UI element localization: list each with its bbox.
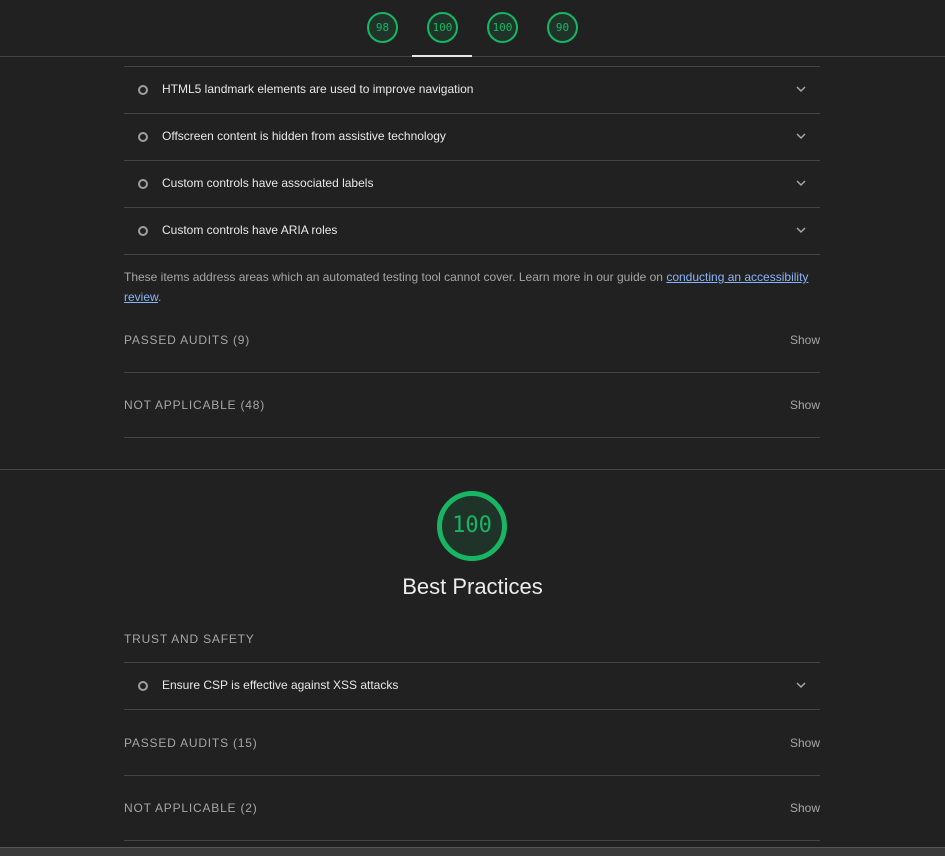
chevron-down-icon[interactable] [796, 225, 806, 235]
description-end: . [158, 290, 162, 304]
score-gauge-best-practices[interactable]: 100 [486, 11, 519, 44]
show-button[interactable]: Show [790, 333, 820, 347]
audit-row-custom-controls-roles[interactable]: Custom controls have ARIA roles [124, 208, 820, 255]
not-applicable-group[interactable]: NOT APPLICABLE (48) Show [124, 373, 820, 438]
score-value: 100 [432, 21, 453, 34]
audit-row-custom-controls-labels[interactable]: Custom controls have associated labels [124, 161, 820, 208]
chevron-down-icon[interactable] [796, 131, 806, 141]
manual-audit-icon [138, 226, 148, 236]
category-title: Best Practices [402, 574, 543, 599]
group-subheading: TRUST AND SAFETY [124, 632, 255, 646]
score-value: 90 [555, 21, 570, 34]
manual-audit-icon [138, 681, 148, 691]
manual-audit-icon [138, 85, 148, 95]
manual-audits-description: These items address areas which an autom… [124, 267, 820, 307]
chevron-down-icon[interactable] [796, 84, 806, 94]
chevron-down-icon[interactable] [796, 178, 806, 188]
category-divider [0, 469, 945, 470]
manual-audit-icon [138, 179, 148, 189]
audit-title: Ensure CSP is effective against XSS atta… [162, 678, 399, 692]
group-title: PASSED AUDITS (15) [124, 736, 258, 750]
audit-title: Custom controls have ARIA roles [162, 223, 338, 237]
not-applicable-group[interactable]: NOT APPLICABLE (2) Show [124, 776, 820, 841]
chevron-down-icon[interactable] [796, 680, 806, 690]
audit-title: Custom controls have associated labels [162, 176, 374, 190]
audit-row-offscreen-content[interactable]: Offscreen content is hidden from assisti… [124, 114, 820, 161]
audit-row-csp-xss[interactable]: Ensure CSP is effective against XSS atta… [124, 663, 820, 710]
manual-audit-icon [138, 132, 148, 142]
score-nav-bar: 98 100 100 90 [0, 0, 945, 57]
active-tab-indicator [412, 55, 472, 57]
show-button[interactable]: Show [790, 736, 820, 750]
score-gauge-accessibility[interactable]: 100 [426, 11, 459, 44]
score-gauge-performance[interactable]: 98 [366, 11, 399, 44]
group-title: PASSED AUDITS (9) [124, 333, 251, 347]
best-practices-score-gauge: 100 [436, 490, 508, 562]
passed-audits-group[interactable]: PASSED AUDITS (9) Show [124, 308, 820, 373]
show-button[interactable]: Show [790, 801, 820, 815]
score-value: 100 [452, 513, 492, 538]
passed-audits-group[interactable]: PASSED AUDITS (15) Show [124, 711, 820, 776]
score-value: 98 [375, 21, 390, 34]
group-title: NOT APPLICABLE (48) [124, 398, 266, 412]
audit-title: Offscreen content is hidden from assisti… [162, 129, 446, 143]
show-button[interactable]: Show [790, 398, 820, 412]
audit-title: HTML5 landmark elements are used to impr… [162, 82, 474, 96]
score-gauge-seo[interactable]: 90 [546, 11, 579, 44]
audit-row-landmarks[interactable]: HTML5 landmark elements are used to impr… [124, 67, 820, 114]
score-value: 100 [492, 21, 513, 34]
description-text: These items address areas which an autom… [124, 270, 667, 284]
group-title: NOT APPLICABLE (2) [124, 801, 258, 815]
